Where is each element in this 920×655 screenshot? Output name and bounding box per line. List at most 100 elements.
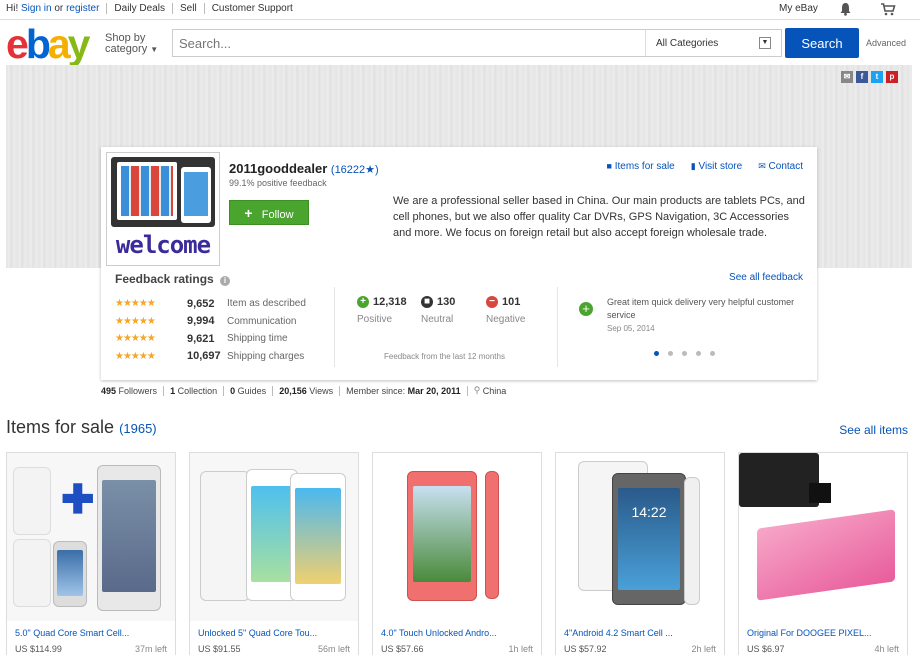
sell-link[interactable]: Sell <box>180 3 197 14</box>
guides-count: 0 <box>230 385 236 396</box>
store-links: ■ Items for sale ▮ Visit store ✉ Contact <box>606 161 803 172</box>
item-image[interactable] <box>739 453 907 621</box>
carousel-dot[interactable] <box>696 351 701 356</box>
seller-feedback-score[interactable]: (16222★) <box>331 164 379 176</box>
pinterest-icon[interactable]: p <box>886 71 898 83</box>
rating-count: 9,994 <box>187 315 215 328</box>
notification-bell-icon[interactable] <box>839 2 852 16</box>
category-select[interactable]: All Categories ▼ <box>645 30 781 56</box>
feedback-comment-date: Sep 05, 2014 <box>607 324 655 333</box>
item-image[interactable] <box>190 453 358 621</box>
register-link[interactable]: register <box>66 3 99 14</box>
collection-count: 1 <box>170 385 176 396</box>
cart-icon[interactable] <box>880 2 896 16</box>
seller-stats: 495 Followers 1 Collection 0 Guides 20,1… <box>101 385 506 396</box>
positive-feedback-percent: 99.1% positive feedback <box>229 178 327 188</box>
see-all-items-link[interactable]: See all items <box>839 423 908 437</box>
email-icon[interactable]: ✉ <box>841 71 853 83</box>
carousel-dot[interactable] <box>682 351 687 356</box>
items-for-sale-link[interactable]: ■ Items for sale <box>606 161 674 172</box>
minus-circle-icon: − <box>486 296 498 308</box>
contact-link[interactable]: ✉ Contact <box>758 161 803 172</box>
location-pin-icon: ⚲ <box>473 385 481 395</box>
sign-in-link[interactable]: Sign in <box>21 3 52 14</box>
rating-count: 10,697 <box>187 350 221 363</box>
carousel-dot[interactable] <box>654 351 659 356</box>
rating-count: 9,621 <box>187 332 215 345</box>
tablet-picture <box>111 157 215 227</box>
shop-by-category-dropdown[interactable]: Shop by category ▼ <box>105 33 158 55</box>
item-image[interactable]: 14:22 <box>556 453 724 621</box>
divider <box>466 385 468 396</box>
negative-feedback[interactable]: −101 Negative <box>486 296 525 325</box>
divider <box>203 3 205 14</box>
item-time-left: 37m left <box>134 644 167 654</box>
item-image[interactable]: ✚ <box>7 453 175 621</box>
ebay-logo[interactable]: ebay <box>6 24 90 65</box>
rating-label: Shipping charges <box>227 350 305 362</box>
visit-store-link[interactable]: ▮ Visit store <box>691 161 742 172</box>
store-description: We are a professional seller based in Ch… <box>393 195 805 239</box>
rating-row: ★★★★★ 9,994 Communication <box>115 313 306 331</box>
items-count[interactable]: (1965) <box>119 421 157 436</box>
rating-row: ★★★★★ 10,697 Shipping charges <box>115 348 306 366</box>
divider <box>106 3 108 14</box>
star-rating: ★★★★★ <box>115 298 156 310</box>
guides-label[interactable]: Guides <box>238 386 267 396</box>
divider <box>223 385 225 396</box>
item-title[interactable]: 5.0" Quad Core Smart Cell... <box>15 628 170 638</box>
envelope-icon: ✉ <box>758 161 766 171</box>
item-time-left: 1h left <box>508 644 533 654</box>
neutral-feedback[interactable]: ■ 130 Neutral <box>421 296 455 325</box>
item-card[interactable]: Original For DOOGEE PIXEL... US $6.97 4h… <box>738 452 908 655</box>
seller-name[interactable]: 2011gooddealer (16222★) <box>229 161 379 176</box>
twitter-icon[interactable]: t <box>871 71 883 83</box>
search-input[interactable] <box>173 30 645 56</box>
divider <box>557 287 558 367</box>
positive-feedback[interactable]: +12,318 Positive <box>357 296 407 325</box>
item-title[interactable]: Original For DOOGEE PIXEL... <box>747 628 902 638</box>
item-card[interactable]: 4.0" Touch Unlocked Andro... US $57.66 1… <box>372 452 542 655</box>
rating-label: Communication <box>227 315 297 327</box>
my-ebay-link[interactable]: My eBay <box>779 3 818 14</box>
carousel-dot[interactable] <box>668 351 673 356</box>
item-card[interactable]: Unlocked 5" Quad Core Tou... US $91.55 5… <box>189 452 359 655</box>
store-logo[interactable]: welcome <box>106 152 220 266</box>
divider <box>163 385 165 396</box>
member-since-label: Member since: <box>346 385 406 396</box>
rating-label: Item as described <box>227 298 306 310</box>
divider <box>272 385 274 396</box>
divider <box>172 3 173 14</box>
follow-button[interactable]: + Follow <box>229 200 309 225</box>
info-icon[interactable]: i <box>220 276 231 286</box>
divider <box>339 385 341 396</box>
social-share-links: ✉ f t p <box>841 71 898 83</box>
views-label: Views <box>309 385 334 396</box>
chevron-down-icon: ▼ <box>150 45 159 54</box>
item-card[interactable]: ✚ 5.0" Quad Core Smart Cell... US $114.9… <box>6 452 176 655</box>
plus-icon: + <box>244 204 253 221</box>
customer-support-link[interactable]: Customer Support <box>212 3 293 14</box>
rating-label: Shipping time <box>227 333 288 345</box>
divider <box>334 287 335 367</box>
items-for-sale-heading: Items for sale (1965) <box>6 417 157 437</box>
neutral-circle-icon: ■ <box>421 296 433 308</box>
feedback-ratings-title: Feedback ratings i <box>115 272 231 286</box>
search-button[interactable]: Search <box>785 28 859 58</box>
daily-deals-link[interactable]: Daily Deals <box>114 3 165 14</box>
item-card[interactable]: 14:22 4"Android 4.2 Smart Cell ... US $5… <box>555 452 725 655</box>
item-title[interactable]: 4"Android 4.2 Smart Cell ... <box>564 628 719 638</box>
see-all-feedback-link[interactable]: See all feedback <box>729 272 803 283</box>
item-image[interactable] <box>373 453 541 621</box>
star-rating: ★★★★★ <box>115 350 156 362</box>
followers-label[interactable]: Followers <box>119 386 158 396</box>
collection-label[interactable]: Collection <box>178 386 218 396</box>
facebook-icon[interactable]: f <box>856 71 868 83</box>
item-price: US $6.97 <box>747 644 785 654</box>
item-title[interactable]: Unlocked 5" Quad Core Tou... <box>198 628 353 638</box>
carousel-dot[interactable] <box>710 351 715 356</box>
advanced-search-link[interactable]: Advanced <box>866 38 906 48</box>
plus-circle-icon: + <box>579 302 593 316</box>
item-title[interactable]: 4.0" Touch Unlocked Andro... <box>381 628 536 638</box>
chevron-down-icon: ▼ <box>759 37 771 49</box>
